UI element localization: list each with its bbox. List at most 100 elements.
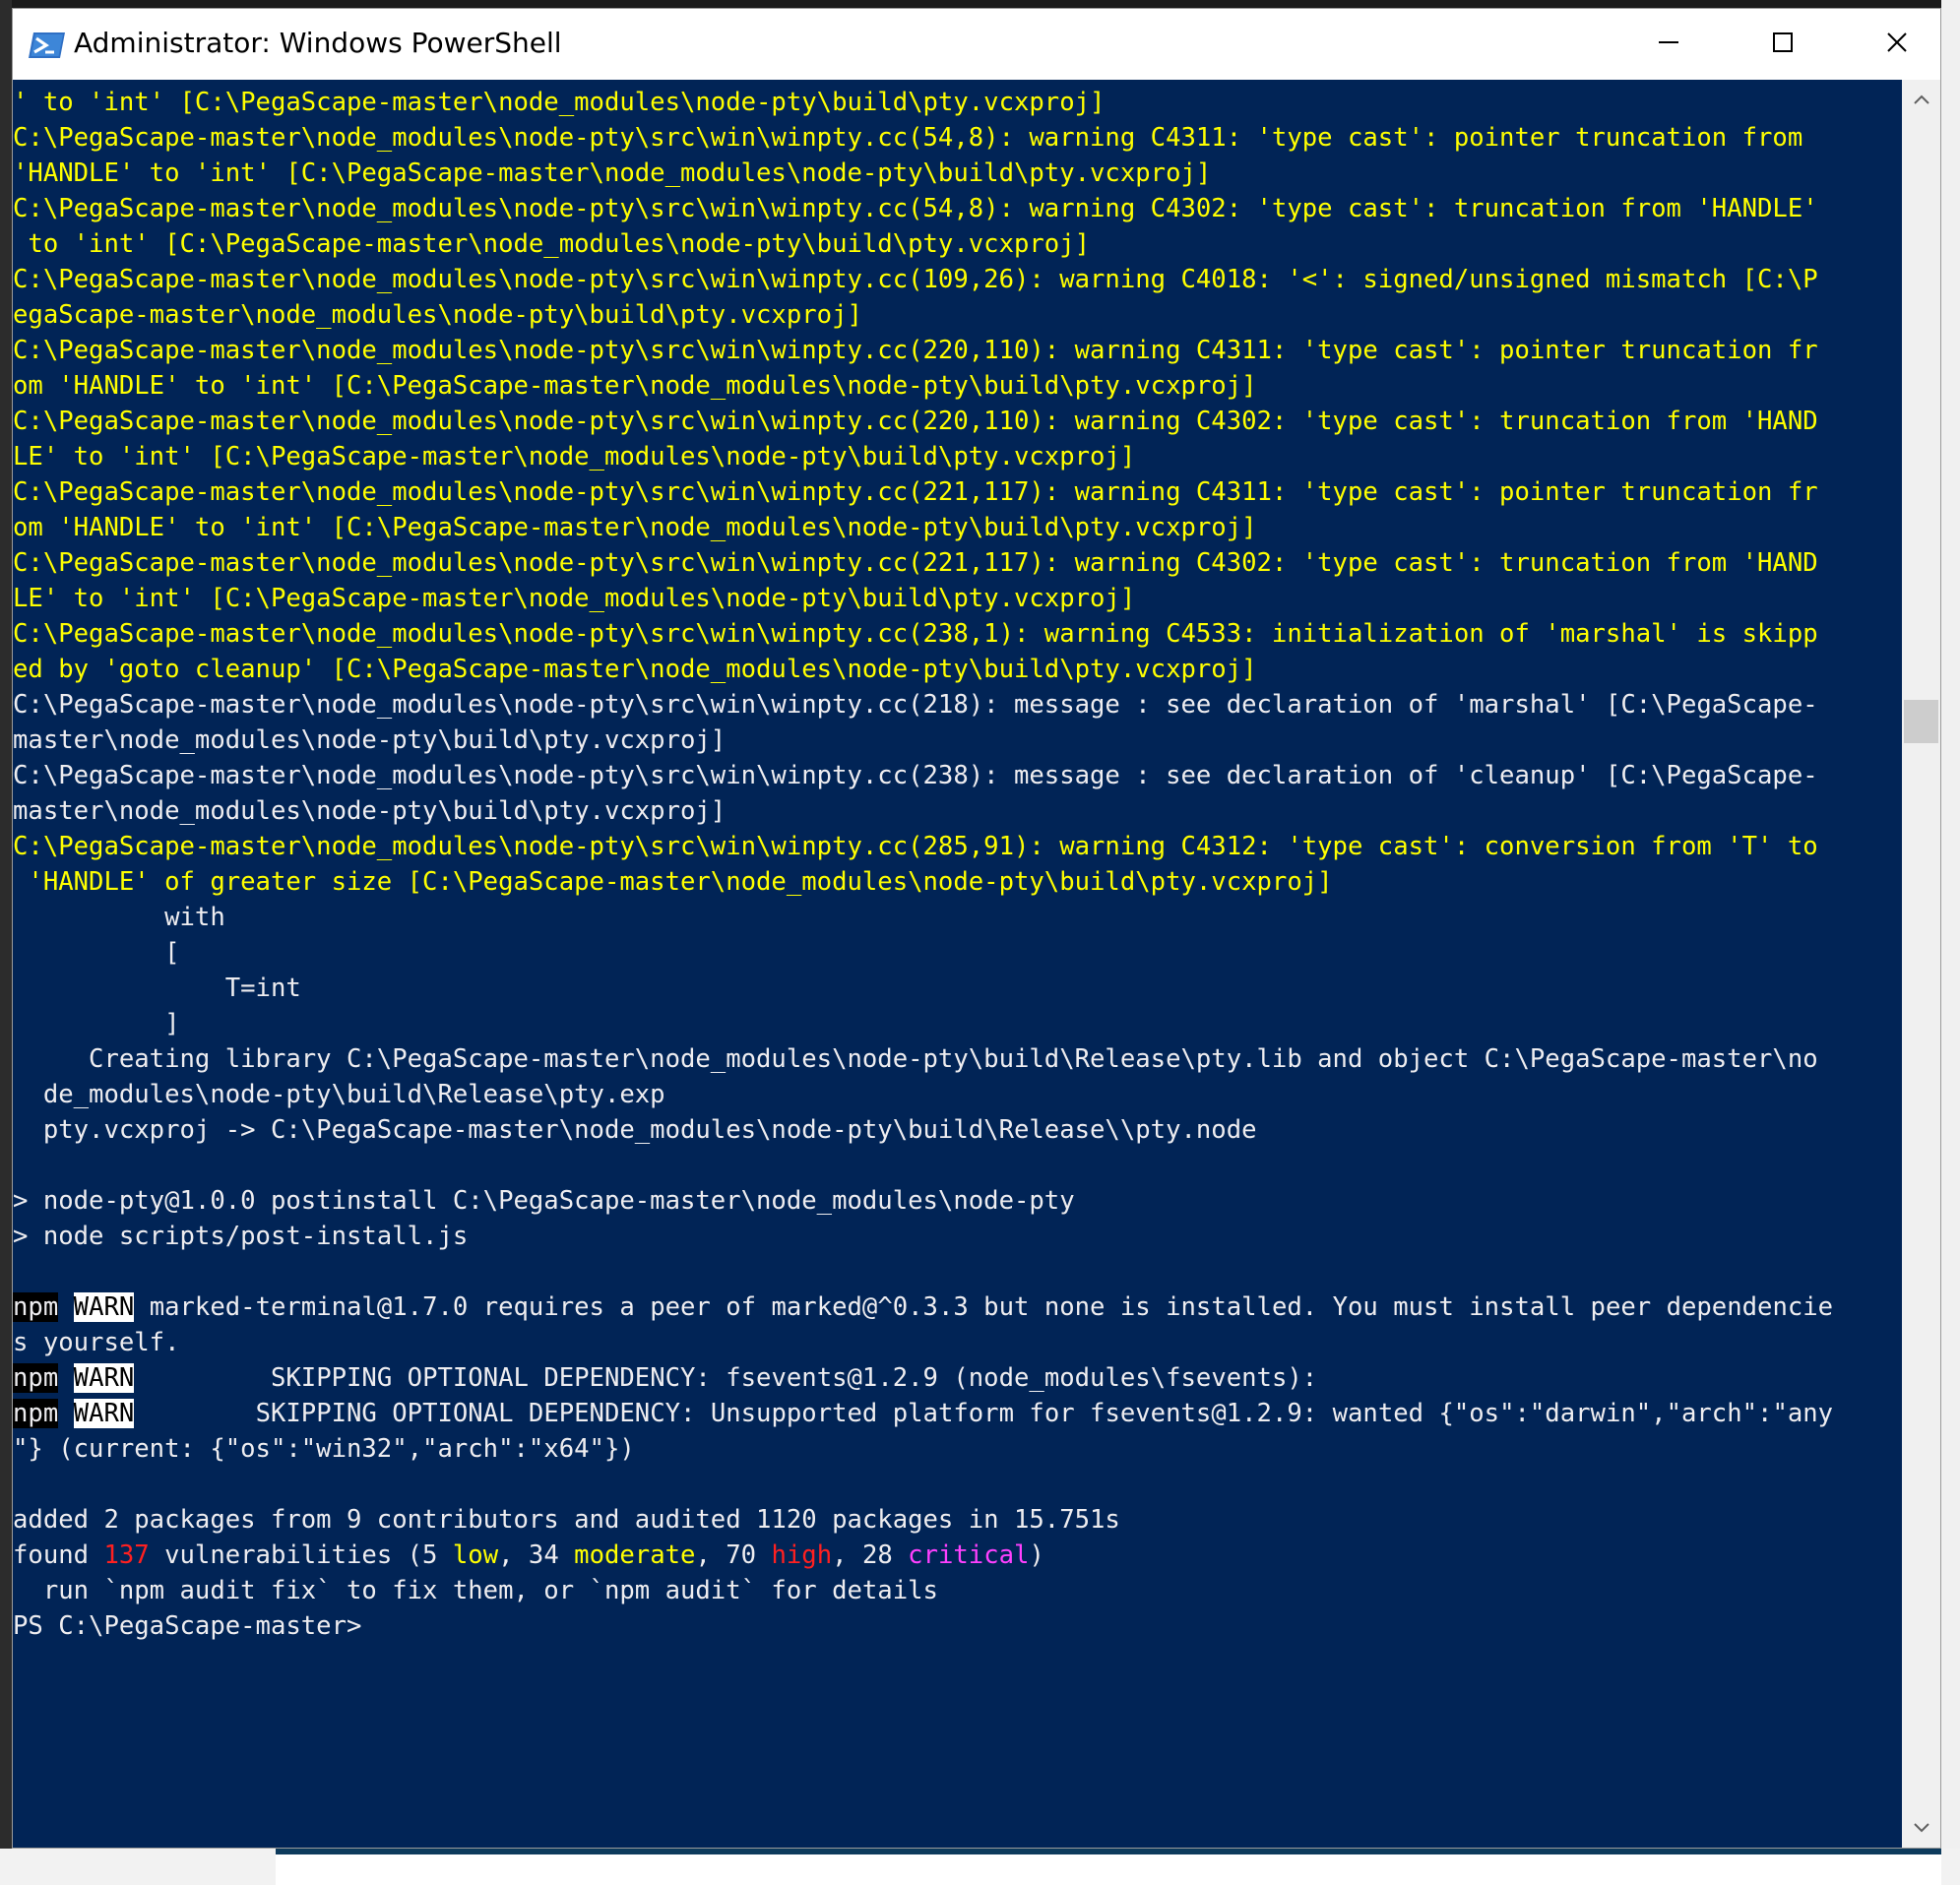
console-text: "} (current: {"os":"win32","arch":"x64"}… bbox=[13, 1434, 635, 1464]
console-line: ] bbox=[13, 1006, 1833, 1041]
console-line: to 'int' [C:\PegaScape-master\node_modul… bbox=[13, 226, 1833, 262]
console-text: SKIPPING OPTIONAL DEPENDENCY: fsevents@1… bbox=[134, 1363, 1318, 1393]
console-line: C:\PegaScape-master\node_modules\node-pt… bbox=[13, 120, 1833, 156]
console-line: C:\PegaScape-master\node_modules\node-pt… bbox=[13, 616, 1833, 652]
console-text: om 'HANDLE' to 'int' [C:\PegaScape-maste… bbox=[13, 371, 1257, 401]
console-text: C:\PegaScape-master\node_modules\node-pt… bbox=[13, 761, 1818, 790]
console-text: s yourself. bbox=[13, 1328, 180, 1357]
console-text: C:\PegaScape-master\node_modules\node-pt… bbox=[13, 619, 1818, 649]
close-icon bbox=[1886, 31, 1908, 57]
console-line: pty.vcxproj -> C:\PegaScape-master\node_… bbox=[13, 1112, 1833, 1148]
console-line: LE' to 'int' [C:\PegaScape-master\node_m… bbox=[13, 439, 1833, 474]
console-text: ' to 'int' [C:\PegaScape-master\node_mod… bbox=[13, 88, 1106, 117]
desktop-background-left bbox=[0, 0, 12, 1885]
npm-tag: npm bbox=[13, 1292, 59, 1322]
console-line: T=int bbox=[13, 971, 1833, 1006]
console-line: 'HANDLE' of greater size [C:\PegaScape-m… bbox=[13, 864, 1833, 900]
console-text: C:\PegaScape-master\node_modules\node-pt… bbox=[13, 832, 1818, 861]
console-text: de_modules\node-pty\build\Release\pty.ex… bbox=[13, 1080, 665, 1109]
close-button[interactable] bbox=[1840, 9, 1954, 80]
minimize-button[interactable] bbox=[1612, 9, 1726, 80]
console-segment: critical bbox=[908, 1540, 1030, 1570]
console-line: C:\PegaScape-master\node_modules\node-pt… bbox=[13, 758, 1833, 793]
powershell-icon bbox=[28, 31, 67, 60]
console-lines: ' to 'int' [C:\PegaScape-master\node_mod… bbox=[13, 85, 1833, 1644]
console-text: > node scripts/post-install.js bbox=[13, 1222, 469, 1251]
scroll-thumb[interactable] bbox=[1904, 700, 1938, 743]
console-line: > node scripts/post-install.js bbox=[13, 1219, 1833, 1254]
console-text: with bbox=[13, 903, 225, 932]
console-text: SKIPPING OPTIONAL DEPENDENCY: Unsupporte… bbox=[134, 1399, 1834, 1428]
console-line: [ bbox=[13, 935, 1833, 971]
console-text: master\node_modules\node-pty\build\pty.v… bbox=[13, 796, 727, 826]
console-line: > node-pty@1.0.0 postinstall C:\PegaScap… bbox=[13, 1183, 1833, 1219]
window-title: Administrator: Windows PowerShell bbox=[74, 27, 562, 59]
console-text: master\node_modules\node-pty\build\pty.v… bbox=[13, 725, 727, 755]
maximize-button[interactable] bbox=[1726, 9, 1840, 80]
console-text: egaScape-master\node_modules\node-pty\bu… bbox=[13, 300, 862, 330]
console-line: run `npm audit fix` to fix them, or `npm… bbox=[13, 1573, 1833, 1608]
console-line: C:\PegaScape-master\node_modules\node-pt… bbox=[13, 404, 1833, 439]
console-output[interactable]: ' to 'int' [C:\PegaScape-master\node_mod… bbox=[13, 80, 1902, 1848]
console-line: master\node_modules\node-pty\build\pty.v… bbox=[13, 793, 1833, 829]
console-line: s yourself. bbox=[13, 1325, 1833, 1360]
console-line: added 2 packages from 9 contributors and… bbox=[13, 1502, 1833, 1538]
console-line: npm WARN SKIPPING OPTIONAL DEPENDENCY: f… bbox=[13, 1360, 1833, 1396]
warn-badge: WARN bbox=[73, 1399, 135, 1428]
console-line: found 137 vulnerabilities (5 low, 34 mod… bbox=[13, 1538, 1833, 1573]
console-text: LE' to 'int' [C:\PegaScape-master\node_m… bbox=[13, 584, 1136, 613]
console-line: "} (current: {"os":"win32","arch":"x64"}… bbox=[13, 1431, 1833, 1467]
console-segment: , 34 bbox=[498, 1540, 575, 1570]
desktop-background bbox=[0, 0, 1960, 8]
warn-badge: WARN bbox=[73, 1292, 135, 1322]
console-segment: , 70 bbox=[695, 1540, 772, 1570]
console-line: C:\PegaScape-master\node_modules\node-pt… bbox=[13, 262, 1833, 297]
console-line: om 'HANDLE' to 'int' [C:\PegaScape-maste… bbox=[13, 510, 1833, 545]
npm-tag: npm bbox=[13, 1399, 59, 1428]
console-text: > node-pty@1.0.0 postinstall C:\PegaScap… bbox=[13, 1186, 1075, 1216]
warn-badge: WARN bbox=[73, 1363, 135, 1393]
console-line: ed by 'goto cleanup' [C:\PegaScape-maste… bbox=[13, 652, 1833, 687]
console-line: with bbox=[13, 900, 1833, 935]
console-line: 'HANDLE' to 'int' [C:\PegaScape-master\n… bbox=[13, 156, 1833, 191]
console-text: T=int bbox=[13, 974, 301, 1003]
console-segment: high bbox=[771, 1540, 833, 1570]
console-line: de_modules\node-pty\build\Release\pty.ex… bbox=[13, 1077, 1833, 1112]
console-text: pty.vcxproj -> C:\PegaScape-master\node_… bbox=[13, 1115, 1257, 1145]
console-text: run `npm audit fix` to fix them, or `npm… bbox=[13, 1576, 938, 1605]
scroll-down-button[interactable] bbox=[1902, 1808, 1940, 1848]
console-text: ] bbox=[13, 1009, 180, 1038]
console-text: C:\PegaScape-master\node_modules\node-pt… bbox=[13, 477, 1818, 507]
console-line: C:\PegaScape-master\node_modules\node-pt… bbox=[13, 191, 1833, 226]
console-line: C:\PegaScape-master\node_modules\node-pt… bbox=[13, 545, 1833, 581]
vertical-scrollbar[interactable] bbox=[1902, 80, 1940, 1848]
chevron-down-icon bbox=[1913, 1819, 1930, 1838]
console-line: master\node_modules\node-pty\build\pty.v… bbox=[13, 723, 1833, 758]
console-line: om 'HANDLE' to 'int' [C:\PegaScape-maste… bbox=[13, 368, 1833, 404]
console-text: ed by 'goto cleanup' [C:\PegaScape-maste… bbox=[13, 655, 1257, 684]
console-segment: , 28 bbox=[832, 1540, 909, 1570]
console-line: npm WARN SKIPPING OPTIONAL DEPENDENCY: U… bbox=[13, 1396, 1833, 1431]
console-text: C:\PegaScape-master\node_modules\node-pt… bbox=[13, 194, 1818, 223]
npm-tag: npm bbox=[13, 1363, 59, 1393]
chevron-up-icon bbox=[1913, 91, 1930, 109]
console-text: 'HANDLE' to 'int' [C:\PegaScape-master\n… bbox=[13, 158, 1212, 188]
title-bar[interactable]: Administrator: Windows PowerShell bbox=[13, 9, 1940, 80]
console-text: C:\PegaScape-master\node_modules\node-pt… bbox=[13, 336, 1818, 365]
console-line: C:\PegaScape-master\node_modules\node-pt… bbox=[13, 333, 1833, 368]
scroll-up-button[interactable] bbox=[1902, 80, 1940, 119]
console-line: ' to 'int' [C:\PegaScape-master\node_mod… bbox=[13, 85, 1833, 120]
console-segment: low bbox=[452, 1540, 499, 1570]
console-text: C:\PegaScape-master\node_modules\node-pt… bbox=[13, 548, 1818, 578]
console-line: LE' to 'int' [C:\PegaScape-master\node_m… bbox=[13, 581, 1833, 616]
powershell-window: Administrator: Windows PowerShell ' to '… bbox=[12, 8, 1941, 1849]
maximize-icon bbox=[1772, 31, 1794, 57]
console-text: C:\PegaScape-master\node_modules\node-pt… bbox=[13, 690, 1818, 720]
console-text: added 2 packages from 9 contributors and… bbox=[13, 1505, 1120, 1535]
console-line: C:\PegaScape-master\node_modules\node-pt… bbox=[13, 829, 1833, 864]
